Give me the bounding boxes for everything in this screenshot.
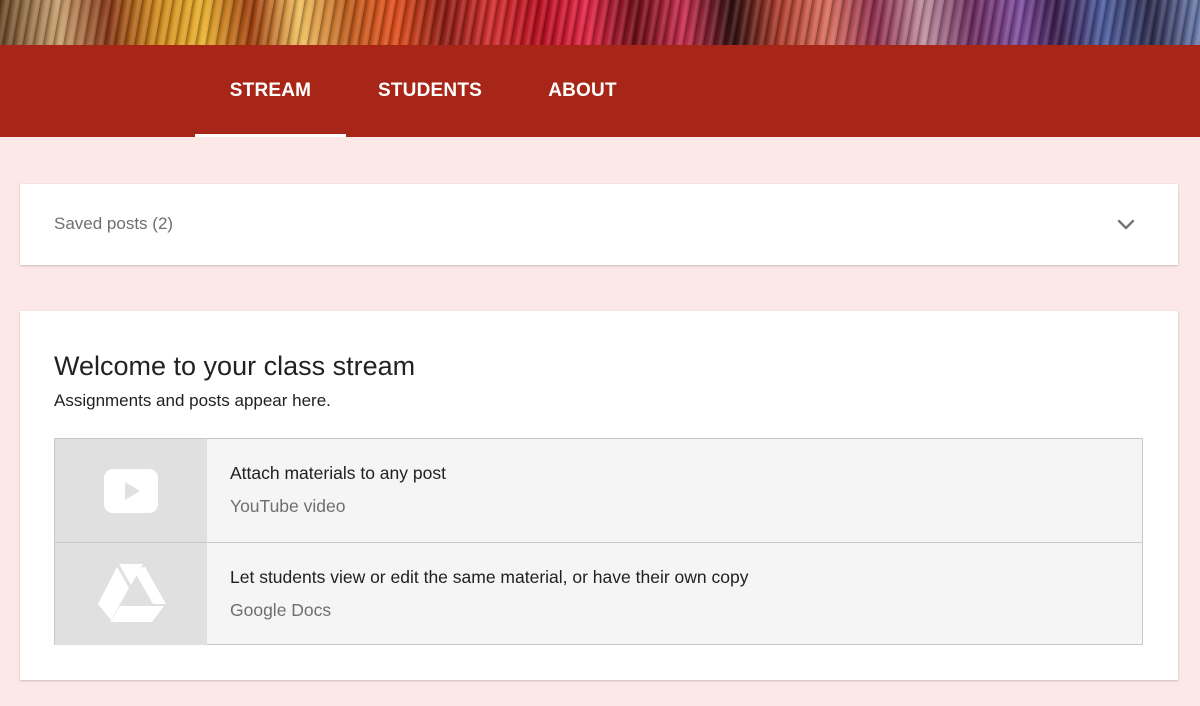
saved-posts-label: Saved posts (2)	[54, 214, 174, 233]
nav-tabs: STREAM STUDENTS ABOUT	[195, 45, 651, 137]
tab-students[interactable]: STUDENTS	[346, 45, 514, 137]
material-subtitle: YouTube video	[230, 496, 346, 516]
google-drive-icon	[98, 564, 166, 622]
material-text: Let students view or edit the same mater…	[207, 543, 748, 645]
materials-list: Attach materials to any post YouTube vid…	[54, 438, 1143, 645]
material-item-google-docs: Let students view or edit the same mater…	[55, 542, 1142, 645]
tab-stream[interactable]: STREAM	[195, 45, 346, 137]
material-title: Attach materials to any post	[230, 463, 446, 483]
material-title: Let students view or edit the same mater…	[230, 567, 749, 587]
tab-about-label: ABOUT	[548, 80, 617, 101]
tab-students-label: STUDENTS	[378, 80, 482, 101]
saved-posts-card[interactable]: Saved posts (2)	[20, 184, 1178, 265]
material-icon-cell	[55, 439, 207, 542]
material-subtitle: Google Docs	[230, 600, 332, 620]
welcome-subtitle: Assignments and posts appear here.	[54, 391, 331, 410]
welcome-title: Welcome to your class stream	[54, 351, 416, 381]
tab-about[interactable]: ABOUT	[514, 45, 651, 137]
welcome-card: Welcome to your class stream Assignments…	[20, 311, 1178, 680]
material-item-youtube: Attach materials to any post YouTube vid…	[55, 439, 1142, 542]
chevron-down-icon[interactable]	[1116, 214, 1136, 234]
tab-stream-label: STREAM	[229, 80, 312, 101]
class-navbar: STREAM STUDENTS ABOUT	[0, 45, 1200, 137]
material-icon-cell	[55, 543, 207, 645]
material-text: Attach materials to any post YouTube vid…	[207, 439, 446, 542]
youtube-icon	[104, 468, 158, 513]
class-banner-image	[0, 0, 1200, 45]
